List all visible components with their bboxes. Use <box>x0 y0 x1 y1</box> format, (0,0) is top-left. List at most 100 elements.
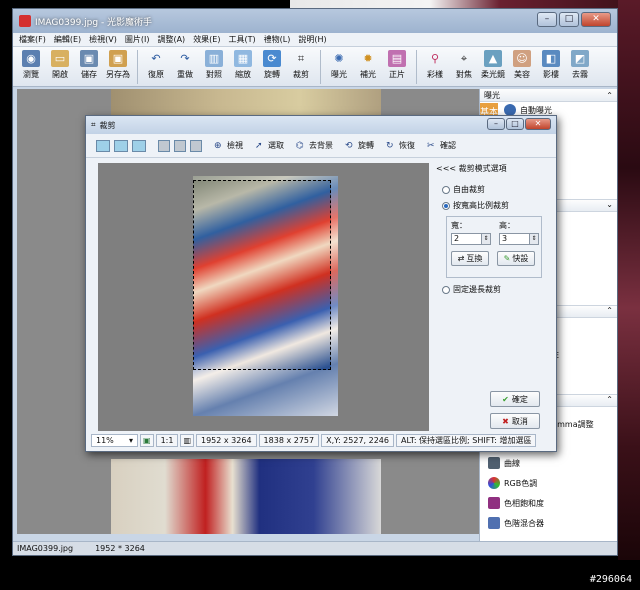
dialog-close-button[interactable]: ✕ <box>525 118 551 130</box>
dialog-maximize-button[interactable]: □ <box>506 118 524 130</box>
save-as-icon: ▣ <box>109 50 127 67</box>
soft-focus-button[interactable]: ▲ 柔光鏡 <box>479 50 507 80</box>
panel-item-channel-mixer[interactable]: 色階混合器 <box>480 515 544 531</box>
menu-bar: 檔案(F) 編輯(E) 檢視(V) 圖片(I) 調整(A) 效果(E) 工具(T… <box>13 33 617 47</box>
swap-button[interactable]: ⇄ 互換 <box>451 251 489 266</box>
panel-item-rgb[interactable]: RGB色調 <box>480 475 537 491</box>
bulb-icon: ✹ <box>363 52 373 65</box>
shape-landscape-3-button[interactable] <box>132 139 146 152</box>
color-sample-button[interactable]: ⚲ 彩樣 <box>421 50 449 80</box>
shape-portrait-2-button[interactable] <box>174 139 186 152</box>
save-as-button[interactable]: ▣ 另存為 <box>104 50 132 80</box>
compare-icon: ▥ <box>205 50 223 67</box>
shape-portrait-3-button[interactable] <box>190 139 202 152</box>
zoom-button[interactable]: ▦ 縮放 <box>229 50 257 80</box>
dialog-minimize-button[interactable]: – <box>487 118 505 130</box>
radio-dot <box>442 201 450 210</box>
view-button[interactable]: ⊕ 檢視 <box>214 140 243 151</box>
select-button[interactable]: ➚ 選取 <box>255 140 284 151</box>
dehaze-icon: ◩ <box>571 50 589 67</box>
panel-item-curves[interactable]: 曲線 <box>480 455 520 471</box>
ratio-crop-radio[interactable]: 按寬高比例裁剪 <box>442 200 546 211</box>
shape-landscape-2-button[interactable] <box>114 139 128 152</box>
zoom-select[interactable]: 11% ▾ <box>91 433 138 447</box>
rotate-button[interactable]: ⟳ 旋轉 <box>258 50 286 80</box>
menu-help[interactable]: 說明(H) <box>298 34 326 45</box>
spinner-arrows-icon[interactable]: ⇕ <box>481 234 490 244</box>
crop-icon: ⌗ <box>91 120 96 129</box>
image-size-readout: 1952 x 3264 <box>196 433 257 447</box>
browse-button[interactable]: ◉ 瀏覽 <box>17 50 45 80</box>
compare-button[interactable]: ▥ 對照 <box>200 50 228 80</box>
close-button[interactable]: ✕ <box>581 12 611 27</box>
face-icon: ☺ <box>513 50 531 67</box>
exposure-button[interactable]: ✺ 曝光 <box>325 50 353 80</box>
menu-adjust[interactable]: 調整(A) <box>157 34 185 45</box>
fit-window-button[interactable]: ▣ <box>140 433 154 447</box>
rotate-icon: ⟳ <box>263 50 281 67</box>
actual-size-button[interactable]: 1:1 <box>155 433 179 447</box>
menu-image[interactable]: 圖片(I) <box>125 34 150 45</box>
menu-effects[interactable]: 效果(E) <box>193 34 220 45</box>
focus-button[interactable]: ⌖ 對焦 <box>450 50 478 80</box>
histogram-button[interactable]: ▥ <box>180 433 194 447</box>
minimize-button[interactable]: – <box>537 12 557 27</box>
cancel-button[interactable]: ✖ 取消 <box>490 413 540 429</box>
beauty-button[interactable]: ☺ 美容 <box>508 50 536 80</box>
check-icon: ✔ <box>502 394 509 404</box>
confirm-crop-button[interactable]: ✂ 確認 <box>427 140 456 151</box>
radio-dot <box>442 285 450 294</box>
crop-dialog: ⌗ 裁剪 – □ ✕ ⊕ 檢視 ➚ 選取 ⌬ 去背景 ⟲ 旋轉 ↻ 恢復 ✂ 確認 <<< … <box>85 115 557 452</box>
toolbar-divider <box>320 50 321 84</box>
menu-view[interactable]: 檢視(V) <box>89 34 117 45</box>
crop-selection-rectangle[interactable] <box>193 180 331 370</box>
rotate-button[interactable]: ⟲ 旋轉 <box>345 140 374 151</box>
menu-tools[interactable]: 工具(T) <box>228 34 255 45</box>
shape-portrait-1-button[interactable] <box>158 139 170 152</box>
landscape-icon: ▲ <box>484 50 502 67</box>
menu-edit[interactable]: 編輯(E) <box>54 34 81 45</box>
save-icon: ▣ <box>80 50 98 67</box>
spinner-arrows-icon[interactable]: ⇕ <box>529 234 538 244</box>
height-spinner[interactable]: 3 ⇕ <box>499 233 539 245</box>
main-toolbar: ◉ 瀏覽 ▭ 開啟 ▣ 儲存 ▣ 另存為 ↶ 復原 ↷ 重做 ▥ 對照 ▦ 縮放 ⟳ 旋轉 ⌗ 裁剪… <box>13 47 617 87</box>
wand-icon: ✎ <box>503 254 511 263</box>
fixed-crop-radio[interactable]: 固定邊長裁剪 <box>442 284 546 295</box>
dehaze-button[interactable]: ◩ 去霧 <box>566 50 594 80</box>
positive-film-button[interactable]: ▤ 正片 <box>383 50 411 80</box>
undo-button[interactable]: ↶ 復原 <box>142 50 170 80</box>
dialog-title: 裁剪 <box>99 120 116 130</box>
quick-set-button[interactable]: ✎ 快設 <box>497 251 535 266</box>
image-shade <box>193 370 338 416</box>
maximize-button[interactable]: □ <box>559 12 579 27</box>
collapse-icon[interactable]: ⌃ <box>606 91 613 100</box>
ok-button[interactable]: ✔ 確定 <box>490 391 540 407</box>
crop-options-panel: <<< 裁剪模式選項 自由裁剪 按寬高比例裁剪 寬： 2 ⇕ 高： 3 ⇕ ⇄ 互換 … <box>436 163 546 300</box>
crop-button[interactable]: ⌗ 裁剪 <box>287 50 315 80</box>
fill-light-button[interactable]: ✹ 補光 <box>354 50 382 80</box>
panel-header: 曝光 ⌃ <box>480 89 617 102</box>
crop-icon: ⌗ <box>297 51 305 65</box>
restore-button[interactable]: ↻ 恢復 <box>386 140 415 151</box>
width-spinner[interactable]: 2 ⇕ <box>451 233 491 245</box>
free-crop-radio[interactable]: 自由裁剪 <box>442 184 546 195</box>
app-titlebar: IMAG0399.jpg - 光影魔術手 – □ ✕ <box>13 9 617 33</box>
save-button[interactable]: ▣ 儲存 <box>75 50 103 80</box>
remove-background-button[interactable]: ⌬ 去背景 <box>296 140 333 151</box>
dialog-status-bar: 11% ▾ ▣ 1:1 ▥ 1952 x 3264 1838 x 2757 X,Y… <box>91 433 551 447</box>
studio-button[interactable]: ◧ 影樓 <box>537 50 565 80</box>
dialog-window-controls: – □ ✕ <box>487 118 551 130</box>
hue-icon <box>488 497 500 509</box>
shape-landscape-1-button[interactable] <box>96 139 110 152</box>
options-header[interactable]: <<< 裁剪模式選項 <box>436 163 546 174</box>
status-image-size: 1952 * 3264 <box>95 544 145 553</box>
crop-canvas[interactable] <box>98 163 429 431</box>
redo-button[interactable]: ↷ 重做 <box>171 50 199 80</box>
menu-gifts[interactable]: 禮物(L) <box>264 34 291 45</box>
app-logo-icon <box>19 15 31 27</box>
studio-icon: ◧ <box>542 50 560 67</box>
open-button[interactable]: ▭ 開啟 <box>46 50 74 80</box>
menu-file[interactable]: 檔案(F) <box>19 34 46 45</box>
panel-item-hue-saturation[interactable]: 色相飽和度 <box>480 495 544 511</box>
crop-size-readout: 1838 x 2757 <box>258 433 320 447</box>
